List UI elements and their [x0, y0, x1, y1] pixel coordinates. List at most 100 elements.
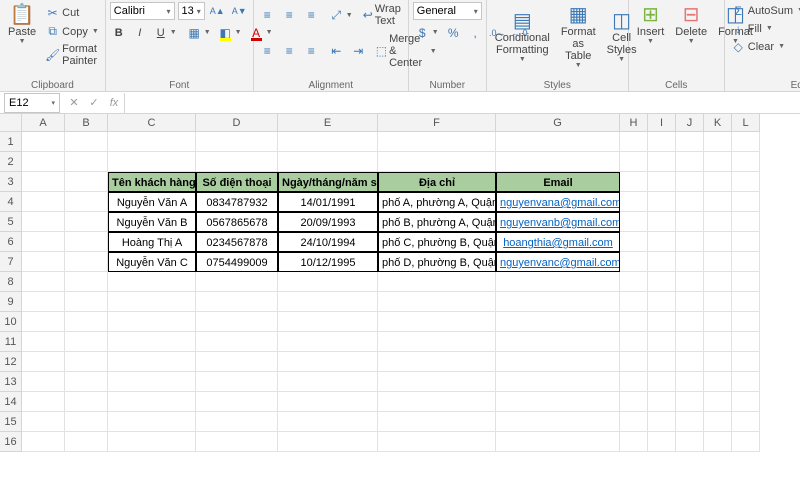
cell[interactable]	[732, 292, 760, 312]
cell[interactable]	[648, 432, 676, 452]
cell[interactable]: Nguyễn Văn A	[108, 192, 196, 212]
column-header[interactable]: E	[278, 114, 378, 132]
cell[interactable]	[65, 132, 108, 152]
row-header[interactable]: 12	[0, 352, 22, 372]
cell[interactable]	[22, 412, 65, 432]
conditional-formatting-button[interactable]: ▤Conditional Formatting▼	[491, 8, 554, 66]
cancel-formula-button[interactable]: ✕	[64, 96, 84, 109]
cell[interactable]	[22, 272, 65, 292]
cell[interactable]	[620, 212, 648, 232]
cell[interactable]	[278, 432, 378, 452]
autosum-button[interactable]: ΣAutoSum▼	[729, 2, 800, 19]
formula-input[interactable]	[124, 93, 800, 113]
cell[interactable]	[278, 332, 378, 352]
wrap-text-button[interactable]: ↩Wrap Text	[361, 2, 408, 28]
cell[interactable]	[496, 432, 620, 452]
row-header[interactable]: 16	[0, 432, 22, 452]
cell[interactable]	[22, 392, 65, 412]
cell[interactable]	[196, 412, 278, 432]
cell[interactable]	[496, 152, 620, 172]
cell[interactable]	[648, 192, 676, 212]
cell[interactable]	[496, 392, 620, 412]
cell[interactable]	[278, 272, 378, 292]
cell[interactable]	[22, 432, 65, 452]
cell[interactable]	[65, 212, 108, 232]
underline-button[interactable]: U▼	[152, 26, 179, 40]
cell[interactable]	[65, 352, 108, 372]
cell[interactable]	[704, 212, 732, 232]
cell[interactable]	[732, 352, 760, 372]
cell[interactable]: phố B, phường A, Quận A	[378, 212, 496, 232]
cell[interactable]	[278, 392, 378, 412]
cell[interactable]	[704, 272, 732, 292]
cell[interactable]	[648, 152, 676, 172]
cell[interactable]	[676, 352, 704, 372]
cell[interactable]	[732, 412, 760, 432]
cell[interactable]	[620, 332, 648, 352]
comma-button[interactable]: ,	[466, 24, 485, 41]
align-top-button[interactable]: ≡	[258, 7, 277, 24]
cell[interactable]: phố D, phường B, Quận A	[378, 252, 496, 272]
cell[interactable]	[620, 192, 648, 212]
cell[interactable]	[648, 332, 676, 352]
cell[interactable]	[676, 152, 704, 172]
cell[interactable]: Ngày/tháng/năm sinh	[278, 172, 378, 192]
cell[interactable]: phố A, phường A, Quận A	[378, 192, 496, 212]
cell[interactable]	[648, 132, 676, 152]
cell[interactable]	[65, 412, 108, 432]
email-link[interactable]: hoangthia@gmail.com	[503, 237, 613, 249]
cell[interactable]	[620, 432, 648, 452]
cell[interactable]: Email	[496, 172, 620, 192]
cell[interactable]	[620, 292, 648, 312]
cell[interactable]: hoangthia@gmail.com	[496, 232, 620, 252]
cell[interactable]	[108, 272, 196, 292]
cell[interactable]	[378, 152, 496, 172]
column-header[interactable]: G	[496, 114, 620, 132]
cell[interactable]: Tên khách hàng	[108, 172, 196, 192]
row-header[interactable]: 6	[0, 232, 22, 252]
cell[interactable]	[676, 432, 704, 452]
align-right-button[interactable]: ≡	[302, 43, 321, 60]
cell[interactable]	[22, 292, 65, 312]
cell[interactable]	[496, 272, 620, 292]
cell[interactable]	[108, 312, 196, 332]
cell[interactable]	[65, 232, 108, 252]
cell[interactable]	[704, 252, 732, 272]
cell[interactable]	[676, 132, 704, 152]
cell[interactable]	[704, 232, 732, 252]
cell[interactable]	[278, 152, 378, 172]
cell[interactable]	[65, 252, 108, 272]
cell[interactable]: nguyenvana@gmail.com	[496, 192, 620, 212]
cell[interactable]	[196, 372, 278, 392]
cell[interactable]	[648, 172, 676, 192]
name-box[interactable]: E12▾	[4, 93, 60, 113]
cell[interactable]	[278, 312, 378, 332]
increase-font-button[interactable]: A▲	[208, 3, 227, 20]
cell[interactable]	[704, 392, 732, 412]
email-link[interactable]: nguyenvanc@gmail.com	[500, 257, 620, 269]
currency-button[interactable]: $▼	[413, 24, 441, 41]
cell[interactable]	[378, 332, 496, 352]
cell[interactable]	[620, 132, 648, 152]
row-header[interactable]: 7	[0, 252, 22, 272]
cell[interactable]	[278, 292, 378, 312]
cell[interactable]	[676, 212, 704, 232]
cell[interactable]	[676, 272, 704, 292]
cell[interactable]	[108, 332, 196, 352]
cell[interactable]: Số điện thoại	[196, 172, 278, 192]
cell[interactable]	[22, 172, 65, 192]
cell[interactable]	[620, 352, 648, 372]
cell[interactable]	[65, 312, 108, 332]
bold-button[interactable]: B	[110, 26, 128, 40]
cell[interactable]	[676, 192, 704, 212]
cell[interactable]	[496, 372, 620, 392]
cell[interactable]	[278, 132, 378, 152]
cell[interactable]	[676, 172, 704, 192]
cell[interactable]	[704, 292, 732, 312]
column-header[interactable]: H	[620, 114, 648, 132]
row-header[interactable]: 13	[0, 372, 22, 392]
cell[interactable]	[496, 312, 620, 332]
cell[interactable]	[378, 372, 496, 392]
cell[interactable]	[732, 372, 760, 392]
column-header[interactable]: J	[676, 114, 704, 132]
